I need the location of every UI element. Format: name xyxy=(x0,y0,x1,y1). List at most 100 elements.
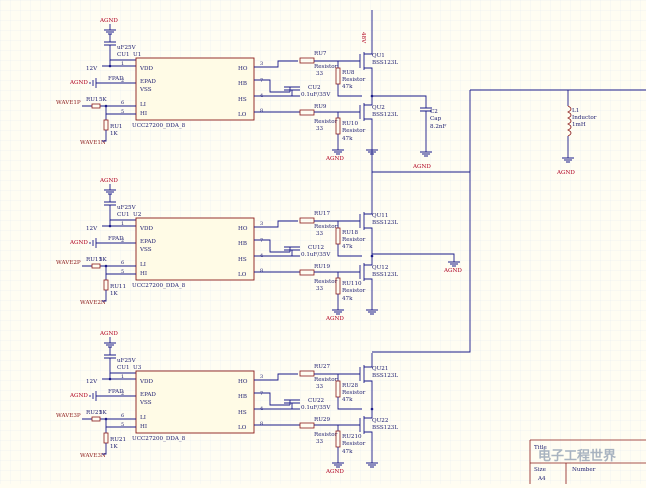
input-p-label: WAVE1P xyxy=(56,100,81,106)
driver-part-label: UCC27200_DDA_8 xyxy=(132,283,186,289)
r-bl-val: 47k xyxy=(342,296,353,302)
q-lo-part: BSS123L xyxy=(372,272,398,278)
driver-cap-label: uF25V xyxy=(117,45,137,51)
driver-part-label: UCC27200_DDA_8 xyxy=(132,123,186,129)
input-r-ref: RU1 xyxy=(86,97,99,103)
pin-num-1: 1 xyxy=(121,61,124,67)
input-r-val: 5K xyxy=(99,257,108,263)
q-hi-ref: QU1 xyxy=(372,53,385,59)
q-hi-part: BSS123L xyxy=(372,60,398,66)
agnd-bias-label: AGND xyxy=(325,316,344,322)
agnd-bias-label: AGND xyxy=(325,156,344,162)
r-gh-kind: Resistor xyxy=(314,377,338,383)
driver-part-label: UCC27200_DDA_8 xyxy=(132,436,186,442)
size-value: A4 xyxy=(537,476,546,482)
r-gh-val: 33 xyxy=(316,231,324,237)
r-gh-val: 33 xyxy=(316,384,324,390)
schematic-sheet: AGND uF25V CU1 U1 12V AGND FPAD VDD EPAD… xyxy=(0,0,646,484)
pin-vss: VSS xyxy=(139,400,152,406)
c2-ref: C2 xyxy=(430,109,438,115)
input-r2-val: 1K xyxy=(110,444,119,450)
agnd-fpad-label: AGND xyxy=(69,393,88,399)
input-p-label: WAVE3P xyxy=(56,413,81,419)
q-lo-ref: QU22 xyxy=(372,418,389,424)
r-gl-ref: RU9 xyxy=(314,104,327,110)
r-bl-val: 47k xyxy=(342,449,353,455)
pin-hb: HB xyxy=(238,81,247,87)
agnd-label: AGND xyxy=(99,331,118,337)
pin-num-2: 2 xyxy=(121,238,124,244)
input-r2-val: 1K xyxy=(110,131,119,137)
pin-hi: HI xyxy=(140,271,147,277)
q-hi-part: BSS123L xyxy=(372,220,398,226)
pin-num-6: 6 xyxy=(121,260,124,266)
q-lo-part: BSS123L xyxy=(372,112,398,118)
agnd-inductor-label: AGND xyxy=(556,170,575,176)
rail-label: 48V xyxy=(360,32,366,44)
number-label: Number xyxy=(572,467,596,473)
c-boot-val: 0.1uF/35V xyxy=(301,405,331,411)
pin-lo: LO xyxy=(238,272,247,278)
c-boot-ref: CU2 xyxy=(308,85,321,91)
r-bl-val: 47k xyxy=(342,136,353,142)
r-gl-kind: Resistor xyxy=(314,432,338,438)
watermark-text: 电子工程世界 xyxy=(538,448,616,464)
r-bh-kind: Resistor xyxy=(342,77,366,83)
c2-val: 8.2nF xyxy=(430,124,446,130)
q-hi-part: BSS123L xyxy=(372,373,398,379)
r-gl-kind: Resistor xyxy=(314,119,338,125)
pin-hi: HI xyxy=(140,111,147,117)
r-bl-kind: Resistor xyxy=(342,288,366,294)
r-gh-ref: RU7 xyxy=(314,51,327,57)
pin-epad: EPAD xyxy=(140,79,156,85)
input-r-val: 5K xyxy=(99,97,108,103)
q-lo-ref: QU12 xyxy=(372,265,389,271)
r-gh-ref: RU27 xyxy=(314,364,330,370)
r-gl-val: 33 xyxy=(316,126,324,132)
r-bl-ref: RU10 xyxy=(342,121,358,127)
pin-hs: HS xyxy=(238,97,247,103)
pin-vdd: VDD xyxy=(139,379,154,385)
driver-ic-body xyxy=(135,370,255,434)
driver-cap-label: uF25V xyxy=(117,205,137,211)
pin-vss: VSS xyxy=(139,247,152,253)
r-gh-ref: RU17 xyxy=(314,211,330,217)
pin-ho: HO xyxy=(238,66,248,72)
pin-num-7: 7 xyxy=(260,391,263,397)
r-gh-val: 33 xyxy=(316,71,324,77)
pin-hs: HS xyxy=(238,410,247,416)
pin-num-8: 8 xyxy=(260,108,263,114)
agnd-ch2-label: AGND xyxy=(443,268,462,274)
input-r2-ref: RU1 xyxy=(110,124,123,130)
size-label: Size xyxy=(534,467,547,473)
pin-num-1: 1 xyxy=(121,221,124,227)
r-gl-val: 33 xyxy=(316,439,324,445)
pin-ho: HO xyxy=(238,379,248,385)
r-gl-ref: RU29 xyxy=(314,417,330,423)
q-hi-ref: QU21 xyxy=(372,366,388,372)
r-gl-kind: Resistor xyxy=(314,279,338,285)
agnd-c2-label: AGND xyxy=(412,164,431,170)
c-boot-ref: CU22 xyxy=(308,398,325,404)
r-bl-ref: RU110 xyxy=(342,281,362,287)
agnd-label: AGND xyxy=(99,18,118,24)
pin-hi: HI xyxy=(140,424,147,430)
q-lo-part: BSS123L xyxy=(372,425,398,431)
c-boot-ref: CU12 xyxy=(308,245,325,251)
pin-li: LI xyxy=(140,102,146,108)
pin-lo: LO xyxy=(238,112,247,118)
pin-epad: EPAD xyxy=(140,392,156,398)
agnd-bias-label: AGND xyxy=(325,469,344,475)
pin-li: LI xyxy=(140,262,146,268)
pin-epad: EPAD xyxy=(140,239,156,245)
r-bh-val: 47k xyxy=(342,397,353,403)
schematic-canvas: AGND uF25V CU1 U1 12V AGND FPAD VDD EPAD… xyxy=(0,0,646,484)
q-hi-ref: QU11 xyxy=(372,213,388,219)
r-gh-kind: Resistor xyxy=(314,64,338,70)
pin-num-7: 7 xyxy=(260,238,263,244)
pin-lo: LO xyxy=(238,425,247,431)
agnd-fpad-label: AGND xyxy=(69,240,88,246)
pin-li: LI xyxy=(140,415,146,421)
r-gh-kind: Resistor xyxy=(314,224,338,230)
c-boot-val: 0.1uF/35V xyxy=(301,252,331,258)
